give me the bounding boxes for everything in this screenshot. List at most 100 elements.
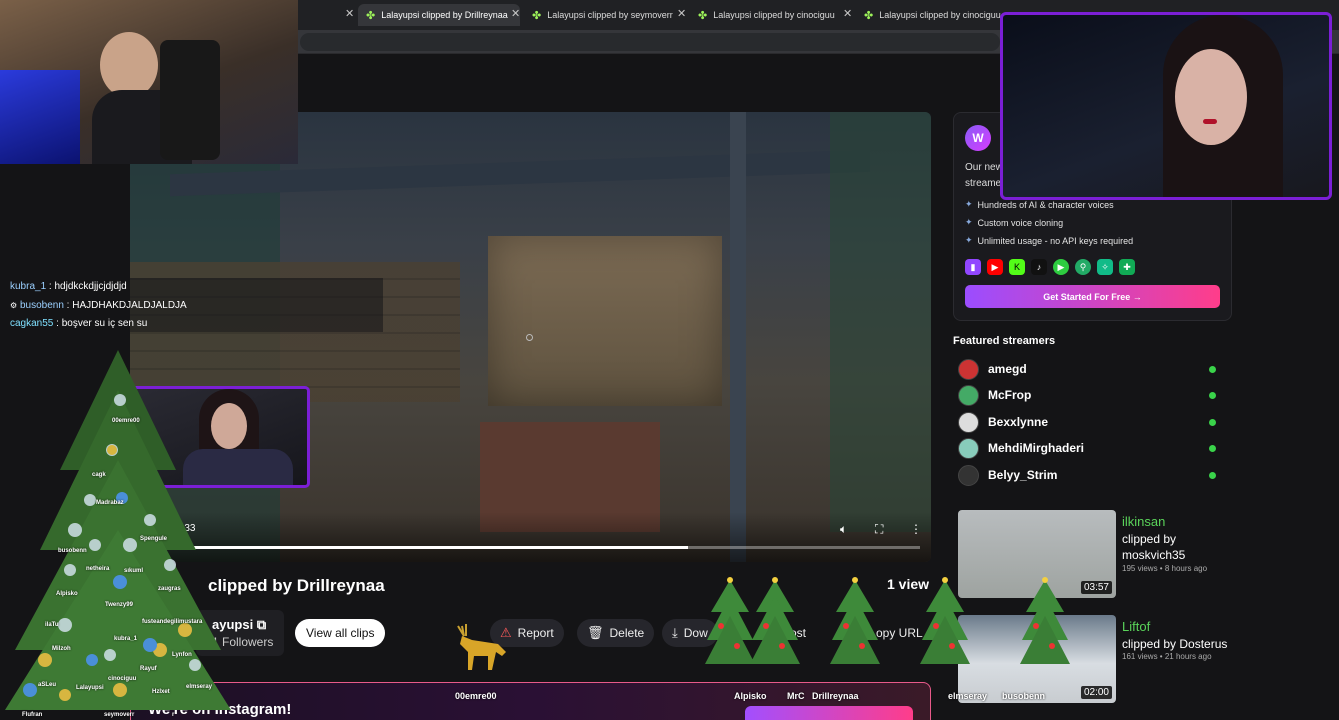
christmas-tree-icon (5, 350, 231, 710)
monitor-glow (0, 70, 80, 164)
streamer-item[interactable]: amegd (958, 358, 1218, 380)
chat-text: HAJDHAKDJALDJALDJA (72, 300, 187, 311)
christmas-tree-overlay: 00emre00 cagk Madrabaz Spengule busobenn… (0, 350, 235, 720)
related-clip[interactable]: 02:00 Liftof clipped by Dosterus 161 vie… (958, 615, 1227, 703)
avatar (958, 358, 979, 380)
scene-post (730, 112, 746, 562)
link-icon: ⚲ (1075, 259, 1091, 275)
christmas-tree-icon (1020, 577, 1070, 664)
rumble-icon: ▶ (1053, 259, 1069, 275)
view-all-clips-button[interactable]: View all clips (295, 619, 386, 647)
tree-label: Twenzy99 (105, 602, 133, 608)
tab-favicon-icon: ✤ (698, 9, 708, 22)
related-clip[interactable]: 03:57 ilkinsan clipped by moskvich35 195… (958, 510, 1218, 598)
overlay-label: busobenn (1002, 691, 1045, 701)
feature-text: Custom voice cloning (977, 217, 1064, 228)
feature-text: Hundreds of AI & character voices (977, 199, 1114, 210)
christmas-tree-icon (750, 577, 800, 664)
related-clip-meta: 195 views • 8 hours ago (1122, 564, 1208, 573)
fish-icon: ✧ (1097, 259, 1113, 275)
streamer-item[interactable]: Bexxlynne (958, 411, 1218, 433)
tree-label: ilaTu (45, 622, 59, 628)
person-face (1175, 49, 1247, 145)
gaming-chair (160, 40, 220, 160)
overlay-label: MrC (787, 691, 805, 701)
fullscreen-icon[interactable]: ⛶ (875, 522, 883, 537)
live-indicator (1209, 444, 1216, 452)
more-options-icon[interactable]: ⋮ (910, 522, 922, 536)
tab-label: Lalayupsi clipped by cinociguu (879, 10, 1001, 20)
related-clip-channel[interactable]: Liftof (1122, 619, 1150, 634)
chat-text: boşver su iç sen su (61, 318, 148, 329)
video-player[interactable]: 0:33 🔈︎ ⛶ ⋮ (130, 112, 931, 562)
tree-label: seymoverr (104, 712, 135, 718)
tree-label: sıkuml (124, 568, 144, 574)
browser-tab-2[interactable]: ✤ Lalayupsi clipped by seymoverr (524, 4, 686, 26)
tab-label: Lalayupsi clipped by seymoverr (547, 10, 673, 20)
tab-close-icon[interactable]: ✕ (511, 7, 520, 20)
streamer-item[interactable]: MehdiMirghaderi (958, 437, 1218, 459)
tree-label: Alpisko (56, 591, 78, 597)
overlay-label: Drillreynaa (812, 691, 859, 701)
platform-icons: ▮ ▶ K ♪ ▶ ⚲ ✧ ✚ (965, 259, 1135, 275)
crosshair-icon (526, 334, 533, 341)
instagram-button[interactable] (745, 706, 913, 720)
featured-streamers-title: Featured streamers (953, 335, 1056, 347)
chat-username: busobenn (19, 300, 64, 311)
chat-message: ⚙ busobenn : HAJDHAKDJALDJALDJA (10, 300, 187, 311)
person-lips (1203, 119, 1217, 124)
external-link-icon: ⧉ (256, 617, 267, 632)
delete-label: Delete (609, 626, 645, 640)
browser-tab-3[interactable]: ✤ Lalayupsi clipped by cinociguu (690, 4, 850, 26)
progress-bar[interactable] (172, 546, 920, 549)
streamer-name: MehdiMirghaderi (988, 441, 1085, 455)
live-indicator (1209, 391, 1216, 399)
clip-duration: 02:00 (1080, 686, 1112, 699)
webcam-left (0, 0, 298, 164)
chat-message: kubra_1 : hdjdkckdjjcjdjdjd (10, 281, 127, 292)
streamer-item[interactable]: Belyy_Strim (958, 464, 1218, 486)
overlay-label: elmseray (948, 691, 988, 701)
volume-icon[interactable]: 🔈︎ (840, 522, 847, 537)
twitch-icon: ▮ (965, 259, 981, 275)
tree-label: Milzoh (52, 646, 71, 652)
tab-close-icon[interactable]: ✕ (345, 7, 354, 20)
streamer-name: McFrop (988, 388, 1032, 402)
tree-label: Rayuf (140, 666, 157, 672)
webcam-right (1000, 12, 1332, 200)
tree-label: Hzlxet (152, 689, 170, 695)
report-label: Report (517, 626, 554, 640)
tree-label: kubra_1 (114, 636, 138, 642)
tree-label: aSLeu (38, 682, 57, 688)
feature-text: Unlimited usage - no API keys required (977, 235, 1134, 246)
copy-url-label: opy URL (876, 626, 923, 640)
related-clip-channel[interactable]: ilkinsan (1122, 514, 1165, 529)
chat-username: cagkan55 (10, 318, 54, 329)
kick-icon: K (1009, 259, 1025, 275)
promo-description: Our new streame (965, 162, 1003, 189)
tab-label: Lalayupsi clipped by Drillreynaa (381, 10, 508, 20)
clip-duration: 03:57 (1080, 581, 1112, 594)
download-icon: ⤓ (672, 625, 678, 640)
promo-feature: ✦ Custom voice cloning (965, 217, 1063, 228)
sparkle-icon: ✦ (965, 199, 973, 209)
youtube-icon: ▶ (987, 259, 1003, 275)
tab-close-icon[interactable]: ✕ (843, 7, 852, 20)
browser-tab-1[interactable]: ✤ Lalayupsi clipped by Drillreynaa (358, 4, 520, 26)
christmas-tree-icon (920, 577, 970, 664)
delete-button[interactable]: 🗑︎ Delete (577, 619, 655, 647)
tree-label: Lalayupsi (76, 685, 104, 691)
browser-tab-4[interactable]: ✤ Lalayupsi clipped by cinociguu (856, 4, 1006, 26)
tree-label: busobenn (58, 548, 87, 554)
tab-close-icon[interactable]: ✕ (677, 7, 686, 20)
scene-panel (830, 112, 931, 532)
streamer-name: amegd (988, 362, 1027, 376)
tree-label: Flufran (22, 712, 43, 718)
get-started-button[interactable]: Get Started For Free → (965, 285, 1220, 308)
url-field[interactable] (300, 33, 1000, 51)
overlay-label: Alpisko (734, 691, 767, 701)
sparkle-icon: ✦ (965, 217, 973, 227)
progress-fill (172, 546, 689, 549)
streamer-item[interactable]: McFrop (958, 384, 1218, 406)
overlay-label: 00emre00 (455, 691, 497, 701)
